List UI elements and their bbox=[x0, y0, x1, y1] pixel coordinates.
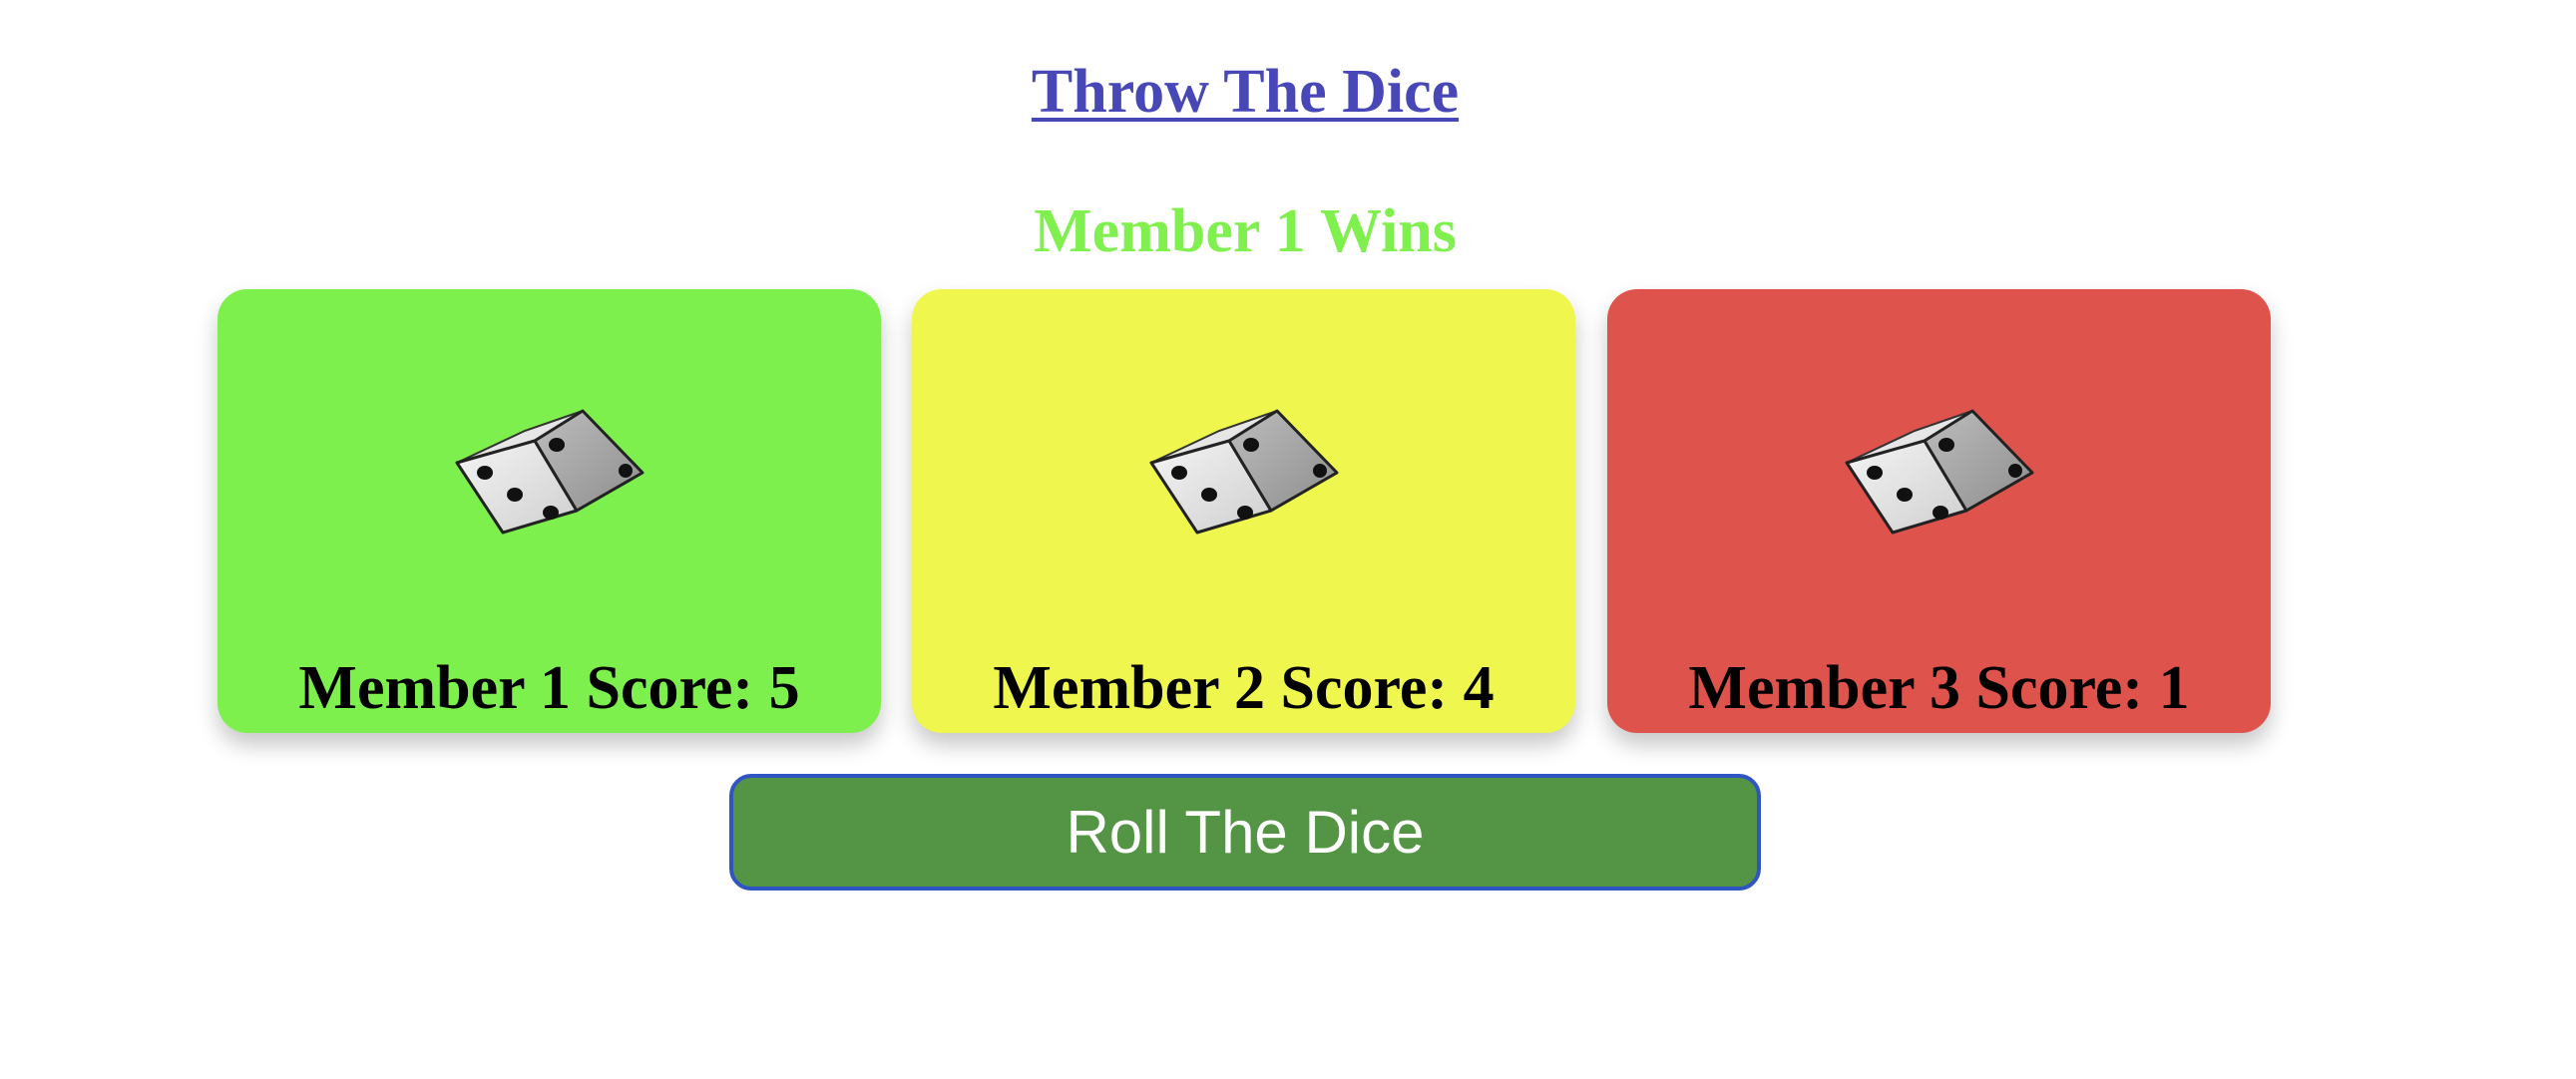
dice-icon bbox=[455, 401, 644, 540]
member-1-score: Member 1 Score: 5 bbox=[298, 654, 800, 722]
member-2-score: Member 2 Score: 4 bbox=[993, 654, 1495, 722]
dice-icon bbox=[1845, 401, 2034, 540]
winner-message: Member 1 Wins bbox=[1034, 197, 1457, 265]
page-title-link[interactable]: Throw The Dice bbox=[0, 52, 2490, 132]
member-1-card: Member 1 Score: 5 bbox=[217, 289, 881, 733]
member-3-card: Member 3 Score: 1 bbox=[1607, 289, 2271, 733]
member-2-card: Member 2 Score: 4 bbox=[912, 289, 1575, 733]
member-3-score: Member 3 Score: 1 bbox=[1688, 654, 2190, 722]
dice-icon bbox=[1149, 401, 1339, 540]
dice-game-page: Throw The Dice Member 1 Wins Member 1 Sc… bbox=[0, 0, 2576, 1079]
roll-dice-button[interactable]: Roll The Dice bbox=[729, 774, 1761, 891]
